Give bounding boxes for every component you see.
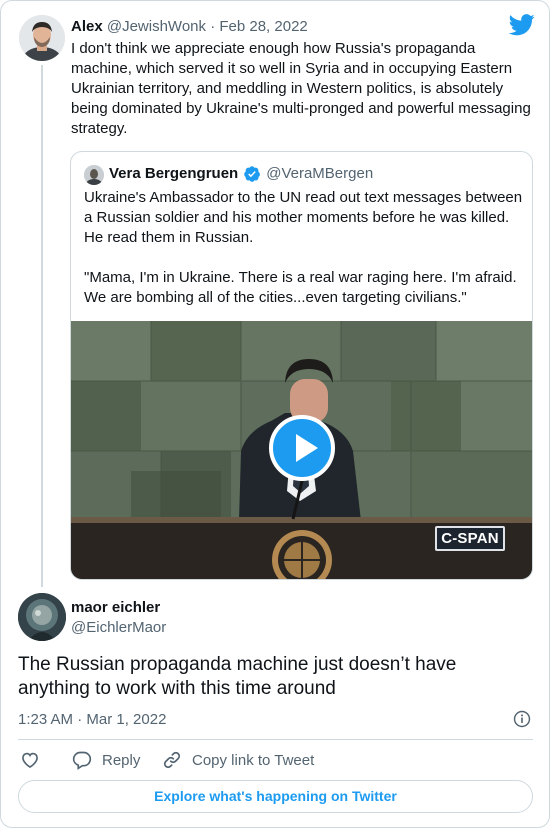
parent-author-name[interactable]: Alex (71, 18, 103, 35)
quoted-author-name[interactable]: Vera Bergengruen (109, 164, 238, 184)
main-tweet-timestamp[interactable]: 1:23 AM · Mar 1, 2022 (18, 710, 166, 730)
main-author-handle[interactable]: @EichlerMaor (71, 618, 166, 638)
parent-tweet-text: I don't think we appreciate enough how R… (71, 40, 531, 137)
main-author-name[interactable]: maor eichler (71, 598, 160, 618)
like-button[interactable] (20, 749, 50, 771)
parent-avatar[interactable] (19, 15, 65, 61)
quoted-author-avatar[interactable] (84, 165, 104, 185)
main-tweet-text: The Russian propaganda machine just does… (18, 654, 457, 699)
reply-button[interactable]: Reply (72, 749, 140, 771)
link-icon (163, 751, 181, 769)
tweet-embed-card: Alex @JewishWonk · Feb 28, 2022 I don't … (0, 0, 550, 828)
quoted-tweet-header: Vera Bergengruen @VeraMBergen (109, 164, 373, 184)
verified-badge-icon (243, 165, 261, 183)
quoted-tweet[interactable]: Vera Bergengruen @VeraMBergen Ukraine's … (70, 151, 533, 580)
explore-button[interactable]: Explore what's happening on Twitter (18, 780, 533, 813)
reply-label: Reply (102, 751, 141, 769)
play-icon[interactable] (269, 415, 335, 481)
reply-icon (72, 751, 92, 770)
quoted-author-handle[interactable]: @VeraMBergen (266, 164, 373, 184)
heart-icon (22, 752, 38, 769)
parent-tweet-header: Alex @JewishWonk · Feb 28, 2022 (71, 17, 308, 37)
copy-link-button[interactable]: Copy link to Tweet (162, 749, 314, 771)
parent-tweet-date[interactable]: Feb 28, 2022 (219, 18, 307, 35)
parent-author-handle[interactable]: @JewishWonk (107, 18, 206, 35)
info-icon[interactable] (513, 710, 531, 728)
twitter-bird-icon[interactable] (508, 14, 535, 36)
actions-divider (18, 739, 533, 740)
video-player[interactable]: C-SPAN (71, 321, 532, 579)
quoted-paragraph-2: "Mama, I'm in Ukraine. There is a real w… (84, 269, 517, 306)
thread-line (41, 65, 43, 587)
quoted-paragraph-1: Ukraine's Ambassador to the UN read out … (84, 189, 523, 246)
quoted-tweet-text: Ukraine's Ambassador to the UN read out … (84, 188, 524, 308)
copy-link-label: Copy link to Tweet (192, 751, 315, 769)
cspan-watermark: C-SPAN (435, 526, 505, 551)
main-author-avatar[interactable] (18, 593, 66, 641)
header-separator: · (210, 18, 216, 35)
